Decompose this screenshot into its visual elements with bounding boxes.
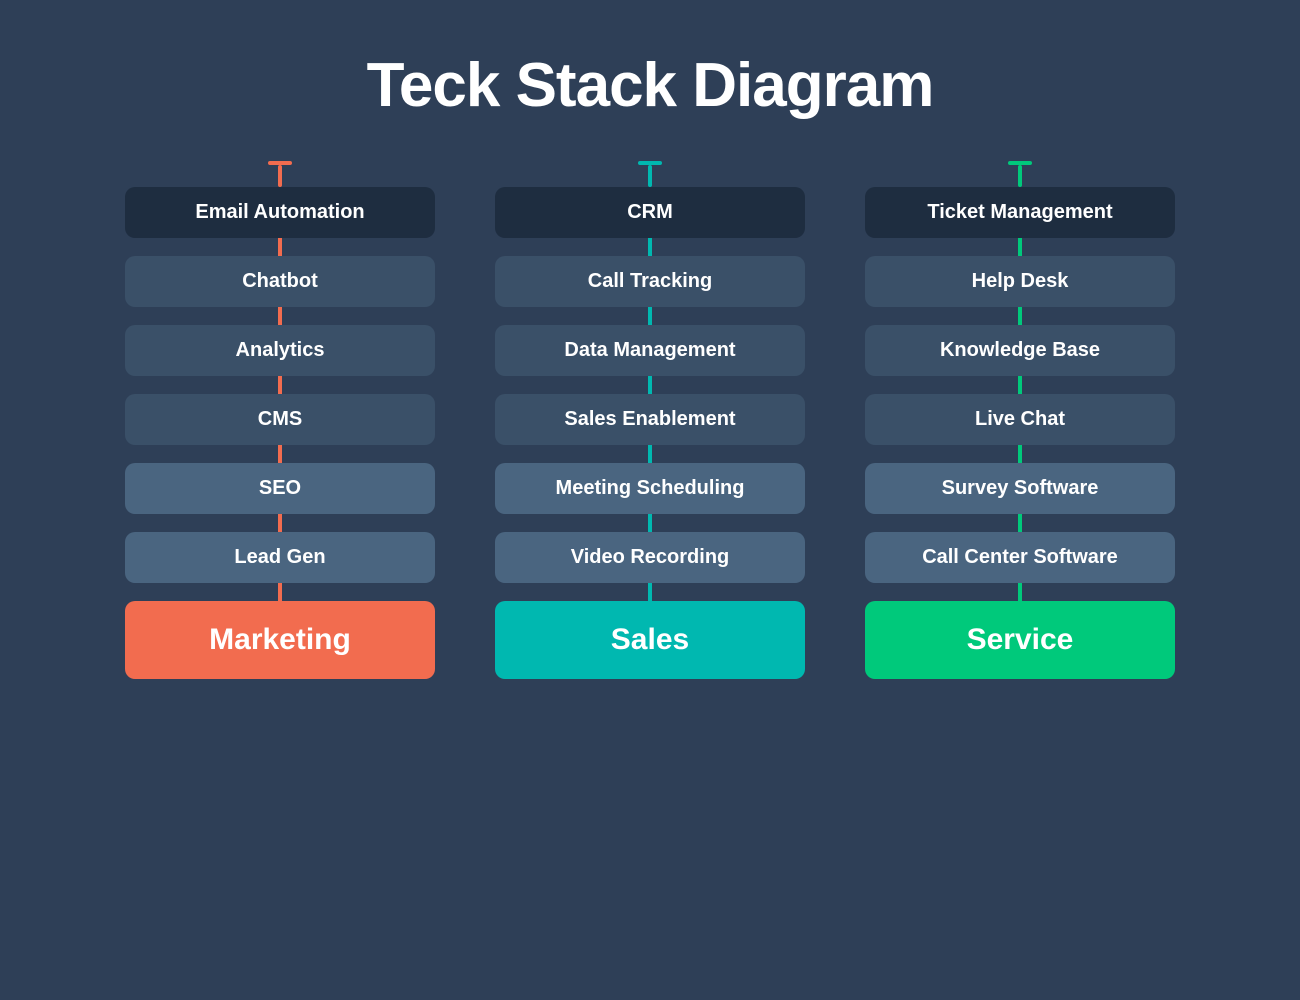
connector-service-5 <box>1018 583 1022 601</box>
connector-sales-3 <box>648 445 652 463</box>
node-marketing-3: CMS <box>125 394 435 445</box>
t-connector-service <box>1008 161 1032 187</box>
column-service: Ticket Management Help Desk Knowledge Base… <box>865 161 1175 679</box>
connector-marketing-3 <box>278 445 282 463</box>
node-sales-2: Data Management <box>495 325 805 376</box>
node-marketing-0: Email Automation <box>125 187 435 238</box>
node-marketing-2: Analytics <box>125 325 435 376</box>
node-service-3: Live Chat <box>865 394 1175 445</box>
t-connector-marketing <box>268 161 292 187</box>
node-marketing-bottom: Marketing <box>125 601 435 679</box>
node-marketing-4: SEO <box>125 463 435 514</box>
connector-sales-1 <box>648 307 652 325</box>
connector-marketing-2 <box>278 376 282 394</box>
node-service-1: Help Desk <box>865 256 1175 307</box>
connector-vertical <box>1018 165 1022 187</box>
diagram-container: Email Automation Chatbot Analytics CMS SEO Le… <box>50 161 1250 679</box>
node-service-0: Ticket Management <box>865 187 1175 238</box>
node-service-4: Survey Software <box>865 463 1175 514</box>
connector-marketing-0 <box>278 238 282 256</box>
node-sales-3: Sales Enablement <box>495 394 805 445</box>
page-title: Teck Stack Diagram <box>367 50 934 121</box>
connector-vertical <box>648 165 652 187</box>
node-service-2: Knowledge Base <box>865 325 1175 376</box>
connector-service-3 <box>1018 445 1022 463</box>
connector-sales-5 <box>648 583 652 601</box>
connector-sales-2 <box>648 376 652 394</box>
column-sales: CRM Call Tracking Data Management Sales Ena… <box>495 161 805 679</box>
t-connector-sales <box>638 161 662 187</box>
connector-service-0 <box>1018 238 1022 256</box>
connector-sales-0 <box>648 238 652 256</box>
node-service-bottom: Service <box>865 601 1175 679</box>
connector-service-1 <box>1018 307 1022 325</box>
connector-marketing-5 <box>278 583 282 601</box>
node-marketing-5: Lead Gen <box>125 532 435 583</box>
connector-sales-4 <box>648 514 652 532</box>
connector-marketing-1 <box>278 307 282 325</box>
node-sales-5: Video Recording <box>495 532 805 583</box>
node-service-5: Call Center Software <box>865 532 1175 583</box>
node-sales-bottom: Sales <box>495 601 805 679</box>
connector-service-4 <box>1018 514 1022 532</box>
connector-vertical <box>278 165 282 187</box>
node-marketing-1: Chatbot <box>125 256 435 307</box>
node-sales-0: CRM <box>495 187 805 238</box>
column-marketing: Email Automation Chatbot Analytics CMS SEO Le… <box>125 161 435 679</box>
connector-marketing-4 <box>278 514 282 532</box>
node-sales-4: Meeting Scheduling <box>495 463 805 514</box>
connector-service-2 <box>1018 376 1022 394</box>
node-sales-1: Call Tracking <box>495 256 805 307</box>
